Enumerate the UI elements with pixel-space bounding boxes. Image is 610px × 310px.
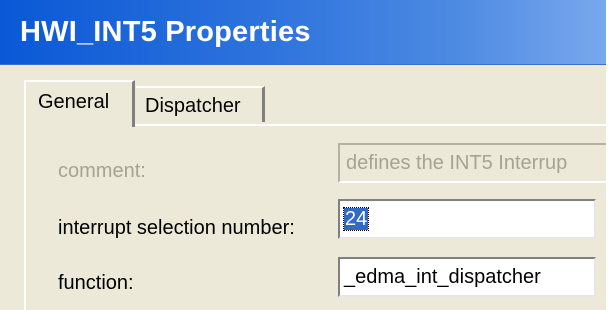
tab-general[interactable]: General	[24, 80, 135, 127]
comment-label: comment:	[58, 160, 146, 182]
function-label: function:	[58, 272, 134, 294]
title-bar[interactable]: HWI_INT5 Properties	[0, 0, 606, 65]
tab-strip: Dispatcher General	[0, 65, 606, 127]
function-field[interactable]: _edma_int_dispatcher	[338, 257, 596, 297]
comment-field: defines the INT5 Interrup	[338, 143, 606, 183]
comment-value: defines the INT5 Interrup	[346, 152, 568, 174]
tab-general-label: General	[38, 91, 110, 113]
function-value: _edma_int_dispatcher	[344, 266, 541, 288]
interrupt-selection-number-field[interactable]: 24	[338, 199, 596, 239]
tab-dispatcher[interactable]: Dispatcher	[136, 86, 265, 122]
window-title: HWI_INT5 Properties	[20, 16, 311, 48]
interrupt-selection-number-value: 24	[342, 207, 370, 231]
interrupt-selection-number-label: interrupt selection number:	[58, 217, 295, 239]
properties-dialog: HWI_INT5 Properties Dispatcher General c…	[0, 0, 610, 310]
tab-dispatcher-label: Dispatcher	[145, 95, 241, 117]
